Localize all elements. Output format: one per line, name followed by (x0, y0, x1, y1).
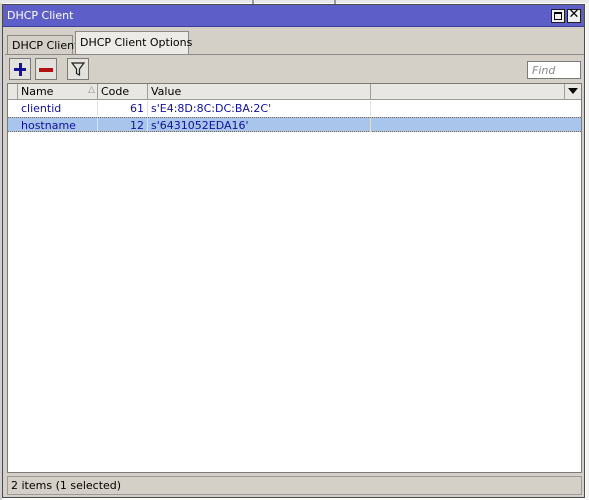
table-row-selected[interactable]: hostname 12 s'6431052EDA16' (8, 117, 581, 133)
cell-value: s'6431052EDA16' (148, 118, 371, 133)
remove-button[interactable] (35, 58, 57, 80)
cell-name: clientid (18, 101, 98, 116)
header-select-column[interactable] (8, 84, 18, 100)
restore-icon (554, 12, 562, 20)
tab-dhcp-client[interactable]: DHCP Client (7, 35, 78, 54)
chevron-down-icon (568, 88, 578, 94)
cell-empty (371, 118, 565, 133)
table-row[interactable]: clientid 61 s'E4:8D:8C:DC:BA:2C' (8, 101, 581, 116)
status-bar: 2 items (1 selected) (7, 476, 582, 495)
tab-strip: DHCP Client DHCP Client Options (5, 29, 584, 55)
table-header: Name △ Code Value (8, 84, 581, 100)
cell-value: s'E4:8D:8C:DC:BA:2C' (148, 101, 371, 116)
status-text: 2 items (1 selected) (11, 479, 122, 492)
cell-name: hostname (18, 118, 98, 133)
window-title: DHCP Client (7, 9, 74, 22)
sort-ascending-icon: △ (88, 85, 95, 95)
find-input[interactable] (527, 61, 581, 79)
cell-empty (371, 101, 565, 116)
close-button[interactable]: ✕ (567, 7, 581, 23)
tab-divider (5, 54, 584, 55)
plus-icon-vertical (18, 63, 22, 76)
filter-button[interactable] (67, 58, 89, 80)
cell-code: 12 (98, 118, 148, 133)
add-button[interactable] (9, 58, 31, 80)
toolbar (7, 57, 582, 83)
window-titlebar[interactable]: DHCP Client ✕ (3, 5, 584, 27)
header-code[interactable]: Code (98, 84, 148, 100)
filter-funnel-icon (71, 62, 85, 76)
options-table: Name △ Code Value clientid 61 s'E4:8D:8C… (7, 83, 582, 473)
close-icon: ✕ (568, 7, 580, 22)
header-name[interactable]: Name △ (18, 84, 98, 100)
header-empty-column[interactable] (371, 84, 565, 100)
minus-icon (39, 68, 53, 72)
column-menu-button[interactable] (565, 84, 581, 100)
header-name-label: Name (21, 85, 54, 98)
desktop-top-strip (0, 0, 589, 3)
tab-dhcp-client-options[interactable]: DHCP Client Options (75, 31, 192, 54)
header-value[interactable]: Value (148, 84, 371, 100)
dhcp-client-window: DHCP Client ✕ DHCP Client DHCP Client Op… (2, 4, 585, 498)
cell-code: 61 (98, 101, 148, 116)
restore-button[interactable] (551, 9, 565, 23)
